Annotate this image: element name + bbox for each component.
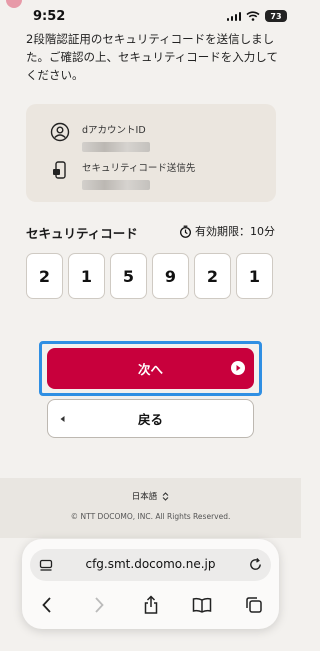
signal-icon (226, 11, 241, 21)
share-icon[interactable] (138, 594, 164, 616)
intro-text: 2段階認証用のセキュリティコードを送信しました。ご確認の上、セキュリティコードを… (26, 32, 278, 82)
account-id-value-redacted (82, 142, 150, 152)
back-button[interactable]: 戻る (47, 399, 254, 438)
account-id-label: dアカウントID (82, 125, 146, 136)
destination-row: セキュリティコード送信先 (50, 160, 195, 190)
account-info-card: dアカウントID セキュリティコード送信先 (26, 104, 276, 202)
footer: 日本語 © NTT DOCOMO, INC. All Rights Reserv… (0, 478, 301, 538)
arrow-right-icon (231, 361, 245, 375)
arrow-left-icon (57, 413, 69, 425)
code-digit-1[interactable]: 2 (26, 253, 63, 299)
phone-icon (50, 160, 70, 180)
code-digit-3[interactable]: 5 (110, 253, 147, 299)
bookmarks-icon[interactable] (189, 594, 215, 616)
account-id-row: dアカウントID (50, 122, 150, 152)
status-icons: 73 (226, 10, 287, 22)
back-button-label: 戻る (137, 412, 163, 427)
code-digit-2[interactable]: 1 (68, 253, 105, 299)
address-bar[interactable]: cfg.smt.docomo.ne.jp (30, 549, 271, 581)
expiry-text: 有効期限：10分 (195, 225, 275, 238)
battery-icon: 73 (265, 10, 287, 22)
status-time: 9:52 (33, 9, 66, 24)
chevron-updown-icon (162, 491, 169, 501)
security-code-title: セキュリティコード (26, 226, 138, 241)
forward-icon[interactable] (86, 594, 112, 616)
url-text: cfg.smt.docomo.ne.jp (85, 557, 216, 571)
language-select[interactable]: 日本語 (126, 488, 176, 504)
back-icon[interactable] (34, 594, 60, 616)
reload-icon[interactable] (248, 557, 263, 576)
code-digit-6[interactable]: 1 (236, 253, 273, 299)
language-container: 日本語 (0, 488, 301, 504)
wifi-icon (246, 11, 260, 21)
security-code-input: 2 1 5 9 2 1 (26, 253, 273, 299)
language-label: 日本語 (131, 492, 158, 502)
timer-icon (180, 225, 191, 238)
destination-value-redacted (82, 180, 150, 190)
next-button-label: 次へ (137, 362, 163, 377)
destination-label: セキュリティコード送信先 (82, 163, 196, 174)
browser-toolbar (34, 594, 267, 616)
expiry-info: 有効期限：10分 (179, 223, 275, 239)
code-digit-5[interactable]: 2 (194, 253, 231, 299)
copyright: © NTT DOCOMO, INC. All Rights Reserved. (70, 512, 231, 521)
person-icon (50, 122, 70, 142)
browser-chrome: cfg.smt.docomo.ne.jp (22, 539, 279, 629)
code-digit-4[interactable]: 9 (152, 253, 189, 299)
tabs-icon[interactable] (241, 594, 267, 616)
next-button[interactable]: 次へ (47, 348, 254, 389)
status-bar: 9:52 73 (0, 0, 301, 28)
